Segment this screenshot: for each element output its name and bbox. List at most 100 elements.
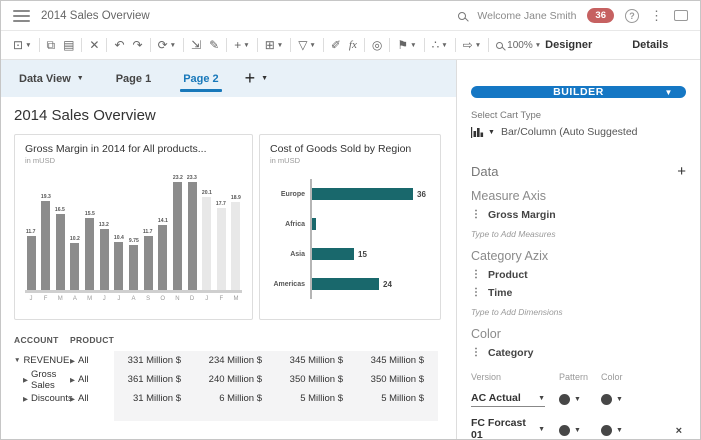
bar-column[interactable]: 11.7 <box>142 229 154 290</box>
add-data-button[interactable]: + <box>677 164 686 179</box>
search-icon[interactable] <box>458 12 466 20</box>
drag-handle-icon[interactable]: ⋮ <box>471 348 481 358</box>
bar[interactable] <box>129 245 138 290</box>
bar-column[interactable]: 11.7 <box>25 229 37 290</box>
bar-column[interactable]: 20.1 <box>201 190 213 290</box>
bar[interactable] <box>144 236 153 290</box>
copy-icon[interactable]: ⧉ <box>43 39 60 51</box>
add-page-button[interactable]: + ▼ <box>235 68 278 89</box>
bar[interactable] <box>312 218 316 230</box>
bar[interactable] <box>188 182 197 290</box>
account-cell[interactable]: ▼REVENUE <box>14 351 70 370</box>
bar[interactable] <box>158 225 167 290</box>
formula-icon[interactable]: fx <box>345 40 361 51</box>
expand-arrow-icon[interactable]: ▶ <box>70 357 75 365</box>
value-cell[interactable]: 350 Million $ <box>357 370 438 389</box>
mode-details[interactable]: Details <box>632 39 668 51</box>
bar-column[interactable]: 10.4 <box>113 235 125 290</box>
value-cell[interactable]: 345 Million $ <box>276 351 357 370</box>
bar[interactable] <box>312 188 413 200</box>
product-cell[interactable]: ▶All <box>70 389 114 408</box>
hamburger-menu-icon[interactable] <box>13 10 30 22</box>
bar-column[interactable]: 16.5 <box>54 207 66 290</box>
bar-column[interactable]: 15.5 <box>84 211 96 290</box>
bar-column[interactable]: 10.2 <box>69 236 81 290</box>
value-cell[interactable]: 361 Million $ <box>114 370 195 389</box>
account-cell[interactable]: ▶Discounts <box>14 389 70 408</box>
expand-arrow-icon[interactable]: ▶ <box>70 376 75 384</box>
redo-icon[interactable]: ↷ <box>129 39 147 51</box>
bar[interactable] <box>173 182 182 290</box>
tab-page-1[interactable]: Page 1 <box>100 60 167 97</box>
cogs-region-chart[interactable]: Cost of Goods Sold by Region in mUSD Eur… <box>259 134 441 320</box>
product-cell[interactable]: ▶All <box>70 351 114 370</box>
expand-arrow-icon[interactable]: ▶ <box>23 376 28 384</box>
target-icon[interactable]: ◎ <box>368 39 386 51</box>
save-icon[interactable]: ⊡▼ <box>9 39 36 51</box>
mode-designer[interactable]: Designer <box>545 39 592 51</box>
gross-margin-chart[interactable]: Gross Margin in 2014 for All products...… <box>14 134 253 320</box>
value-cell[interactable]: 5 Million $ <box>357 389 438 408</box>
value-cell[interactable]: 31 Million $ <box>114 389 195 408</box>
bar[interactable] <box>41 201 50 290</box>
notification-badge[interactable]: 36 <box>587 8 614 23</box>
value-cell[interactable]: 5 Million $ <box>276 389 357 408</box>
bar[interactable] <box>100 229 109 290</box>
value-cell[interactable]: 350 Million $ <box>276 370 357 389</box>
value-cell[interactable]: 6 Million $ <box>195 389 276 408</box>
measure-item-gross-margin[interactable]: ⋮ Gross Margin <box>471 209 686 221</box>
expand-arrow-icon[interactable]: ▶ <box>70 395 75 403</box>
delete-icon[interactable]: ✕ <box>85 39 103 51</box>
product-cell[interactable]: ▶All <box>70 370 114 389</box>
account-cell[interactable]: ▶Gross Sales <box>14 370 70 389</box>
bar[interactable] <box>56 214 65 290</box>
bar[interactable] <box>312 248 354 260</box>
edit-icon[interactable]: ✎ <box>205 39 223 51</box>
add-icon[interactable]: +▼ <box>230 39 253 51</box>
crosstab[interactable]: ACCOUNT PRODUCT ▼REVENUE▶All331 Million … <box>14 332 443 421</box>
undo-icon[interactable]: ↶ <box>110 39 128 51</box>
pattern-picker-1[interactable]: ▼ <box>559 394 601 405</box>
help-icon[interactable]: ? <box>625 9 639 23</box>
rank-icon[interactable]: ⚑▼ <box>393 39 420 51</box>
refresh-icon[interactable]: ⟳▼ <box>154 39 181 51</box>
bar-column[interactable]: 17.7 <box>215 201 227 290</box>
chart-type-selector[interactable]: ▼ Bar/Column (Auto Suggested <box>471 126 686 138</box>
bar[interactable] <box>85 218 94 290</box>
zoom-icon[interactable]: 100%▼ <box>492 40 545 51</box>
bar-column[interactable]: 13.2 <box>98 222 110 290</box>
export-icon[interactable]: ⇨▼ <box>459 39 486 51</box>
builder-button[interactable]: BUILDER ▼ <box>471 86 686 98</box>
value-cell[interactable]: 345 Million $ <box>357 351 438 370</box>
bar[interactable] <box>312 278 379 290</box>
bar-column[interactable]: 23.2 <box>171 175 183 290</box>
add-measures-placeholder[interactable]: Type to Add Measures <box>471 229 686 239</box>
expand-arrow-icon[interactable]: ▶ <box>23 395 28 403</box>
bar-column[interactable]: 23.3 <box>186 175 198 290</box>
layout-grid-icon[interactable]: ⊞▼ <box>261 39 288 51</box>
dimension-item-time[interactable]: ⋮ Time <box>471 287 686 299</box>
bar[interactable] <box>70 243 79 290</box>
paste-icon[interactable]: ▤ <box>59 39 78 51</box>
dimension-item-product[interactable]: ⋮ Product <box>471 269 686 281</box>
add-dimensions-placeholder[interactable]: Type to Add Dimensions <box>471 307 686 317</box>
tab-data-view[interactable]: Data View ▼ <box>3 60 100 97</box>
remove-version-button[interactable]: × <box>676 425 686 437</box>
bar-column[interactable]: 9.75 <box>127 238 139 290</box>
bar-column[interactable]: 18.9 <box>230 195 242 290</box>
bar[interactable] <box>231 202 240 290</box>
bar-column[interactable]: 14.1 <box>157 218 169 290</box>
value-cell[interactable]: 240 Million $ <box>195 370 276 389</box>
pattern-picker-2[interactable]: ▼ <box>559 425 601 436</box>
bar[interactable] <box>27 236 36 290</box>
bar-column[interactable]: 19.3 <box>40 194 52 290</box>
version-select-2[interactable]: FC Forcast 01 ▼ <box>471 417 545 440</box>
collapse-arrow-icon[interactable]: ▼ <box>14 357 20 364</box>
color-item-category[interactable]: ⋮ Category <box>471 347 686 359</box>
value-cell[interactable]: 331 Million $ <box>114 351 195 370</box>
version-select-1[interactable]: AC Actual ▼ <box>471 392 545 407</box>
tab-page-2[interactable]: Page 2 <box>167 60 234 97</box>
monitor-icon[interactable] <box>674 10 688 21</box>
import-icon[interactable]: ⇲ <box>187 39 205 51</box>
annotate-icon[interactable]: ✐ <box>327 39 345 51</box>
